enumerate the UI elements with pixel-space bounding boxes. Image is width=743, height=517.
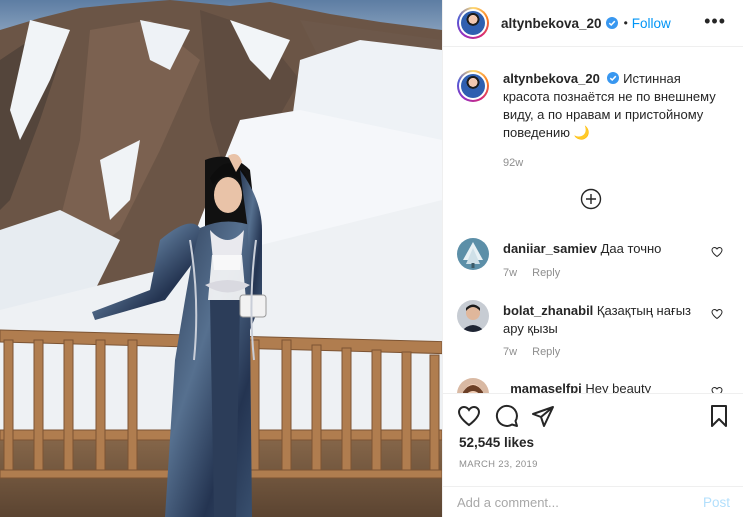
heart-icon[interactable] bbox=[457, 404, 481, 428]
heart-icon[interactable] bbox=[711, 386, 723, 393]
post-sidebar: altynbekova_20 • Follow ••• altynbekova_… bbox=[442, 0, 743, 517]
commenter-username[interactable]: bolat_zhanabil bbox=[503, 303, 593, 318]
author-avatar[interactable] bbox=[457, 7, 489, 39]
caption-text: altynbekova_20 Истинная красота познаётс… bbox=[503, 70, 731, 142]
author-username[interactable]: altynbekova_20 bbox=[501, 16, 602, 31]
post-photo[interactable] bbox=[0, 0, 442, 517]
bookmark-icon[interactable] bbox=[707, 404, 731, 428]
comment-body: Hey beauty bbox=[585, 381, 652, 393]
share-icon[interactable] bbox=[531, 404, 555, 428]
verified-icon bbox=[607, 72, 620, 84]
commenter-avatar[interactable] bbox=[457, 300, 489, 332]
add-comment-bar: Post bbox=[443, 486, 743, 517]
post-comment-button[interactable]: Post bbox=[703, 495, 730, 510]
post-actions: 52,545 likes MARCH 23, 2019 Post bbox=[443, 393, 743, 517]
comment-meta: 7w Reply bbox=[503, 267, 572, 279]
post-header: altynbekova_20 • Follow ••• bbox=[443, 0, 743, 47]
commenter-username[interactable]: daniiar_samiev bbox=[503, 241, 597, 256]
commenter-avatar[interactable] bbox=[457, 238, 489, 270]
comment-meta: 7w Reply bbox=[503, 346, 572, 358]
heart-icon[interactable] bbox=[711, 308, 723, 320]
caption-timestamp[interactable]: 92w bbox=[503, 157, 523, 169]
comment-text: _mamaselfpi Hey beauty bbox=[503, 380, 693, 393]
comment-time[interactable]: 7w bbox=[503, 267, 517, 279]
woman-avatar-image bbox=[457, 378, 489, 393]
verified-icon bbox=[605, 17, 618, 29]
comments-list[interactable]: altynbekova_20 Истинная красота познаётс… bbox=[443, 48, 743, 393]
heart-icon[interactable] bbox=[711, 246, 723, 258]
commenter-avatar[interactable] bbox=[457, 378, 489, 393]
caption-author-avatar[interactable] bbox=[457, 70, 489, 102]
likes-count[interactable]: 52,545 likes bbox=[459, 435, 534, 450]
caption-username[interactable]: altynbekova_20 bbox=[503, 71, 600, 86]
commenter-username[interactable]: _mamaselfpi bbox=[503, 381, 582, 393]
snowy-tree-avatar-image bbox=[457, 238, 489, 270]
comment-input[interactable] bbox=[457, 495, 703, 510]
comment-text: bolat_zhanabil Қазақтың нағыз ару қызы bbox=[503, 302, 693, 338]
comment-text: daniiar_samiev Даа точно bbox=[503, 240, 693, 258]
comment-time[interactable]: 7w bbox=[503, 346, 517, 358]
post-date[interactable]: MARCH 23, 2019 bbox=[459, 459, 538, 470]
comment-icon[interactable] bbox=[495, 404, 519, 428]
comment-body: Даа точно bbox=[600, 241, 662, 256]
mountain-scene-image bbox=[0, 0, 442, 517]
reply-button[interactable]: Reply bbox=[532, 346, 560, 358]
separator-dot: • bbox=[623, 16, 628, 30]
man-avatar-image bbox=[457, 300, 489, 332]
follow-button[interactable]: Follow bbox=[632, 16, 671, 31]
reply-button[interactable]: Reply bbox=[532, 267, 560, 279]
plus-circle-icon[interactable] bbox=[580, 188, 602, 210]
more-icon[interactable]: ••• bbox=[704, 12, 726, 30]
